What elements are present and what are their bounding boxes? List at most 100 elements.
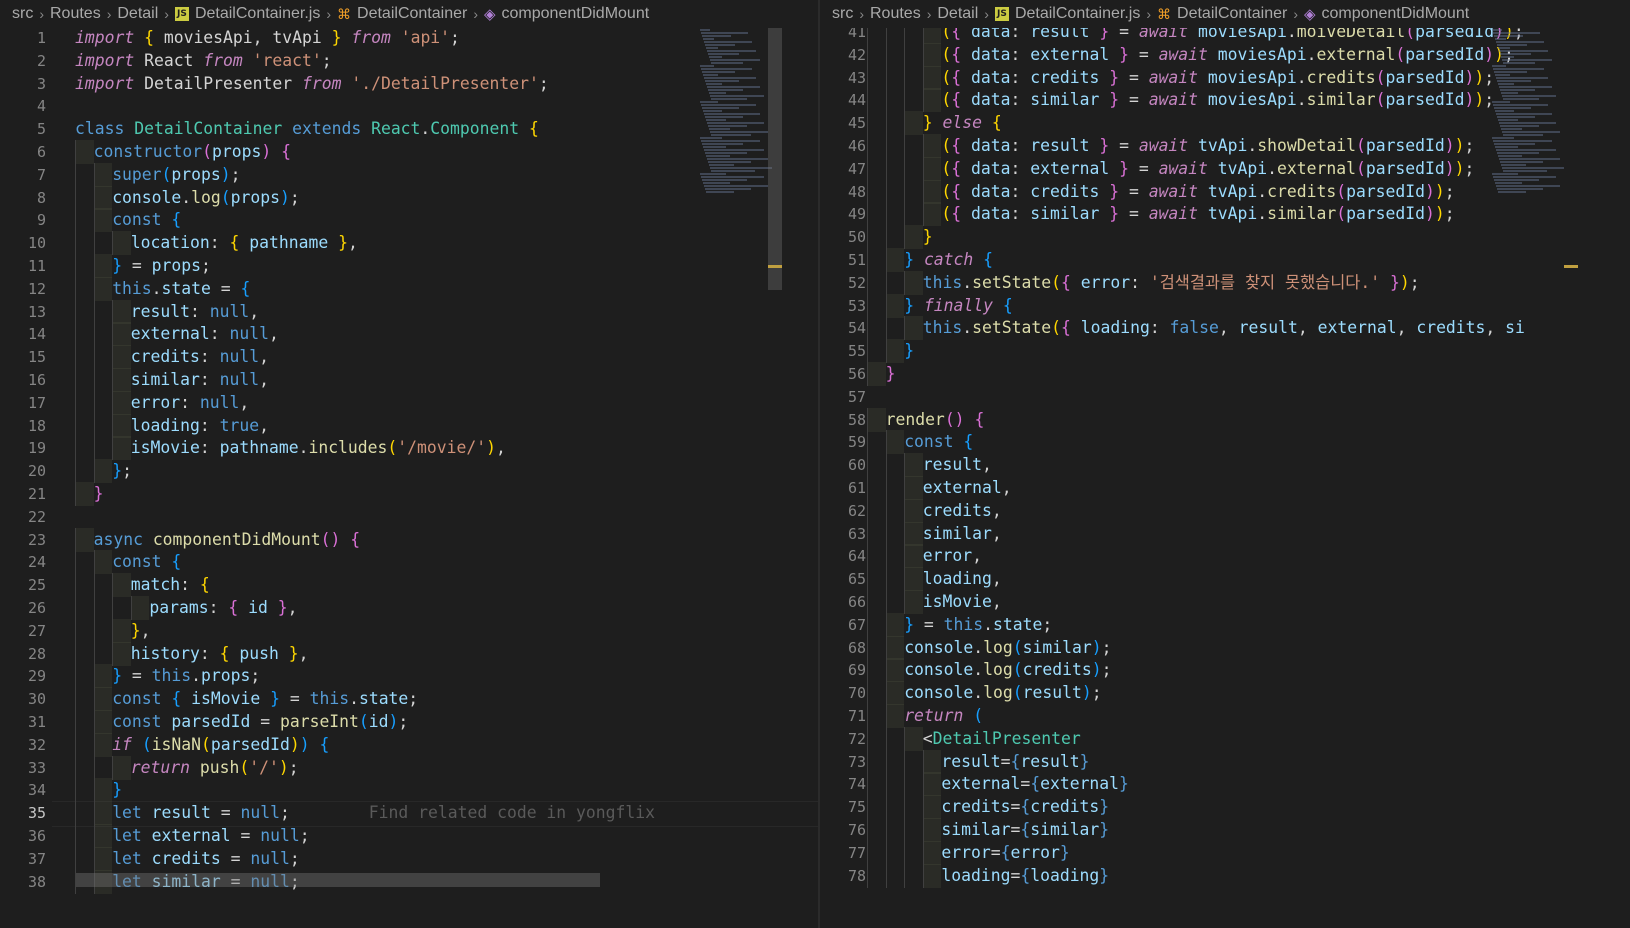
line-number[interactable]: 27 <box>0 619 46 643</box>
code-text[interactable]: } catch { <box>904 248 993 272</box>
code-line[interactable]: 34} <box>0 778 818 803</box>
code-text[interactable]: credits={credits} <box>941 795 1109 819</box>
line-number[interactable]: 63 <box>820 522 866 546</box>
code-text[interactable]: params: { id }, <box>149 596 297 620</box>
line-number[interactable]: 11 <box>0 254 46 278</box>
line-number[interactable]: 71 <box>820 704 866 728</box>
line-number[interactable]: 10 <box>0 231 46 255</box>
line-number[interactable]: 43 <box>820 66 866 90</box>
line-number[interactable]: 72 <box>820 727 866 751</box>
line-number[interactable]: 25 <box>0 573 46 597</box>
line-number[interactable]: 30 <box>0 687 46 711</box>
codelens-hint[interactable]: Find related code in yongflix <box>290 803 655 822</box>
line-number[interactable]: 1 <box>0 26 46 50</box>
code-line[interactable]: 12 this.state = { <box>0 276 818 301</box>
code-line[interactable]: 24 const { <box>0 550 818 575</box>
code-text[interactable]: class DetailContainer extends React.Comp… <box>75 117 539 141</box>
line-number[interactable]: 14 <box>0 322 46 346</box>
line-number[interactable]: 26 <box>0 596 46 620</box>
line-number[interactable]: 76 <box>820 818 866 842</box>
code-text[interactable]: isMovie, <box>923 590 1002 614</box>
breadcrumb-routes[interactable]: Routes <box>50 5 101 23</box>
line-number[interactable]: 17 <box>0 391 46 415</box>
code-line[interactable]: 5 class DetailContainer extends React.Com… <box>0 117 818 141</box>
code-line[interactable]: 61 external, <box>820 476 1630 500</box>
code-text[interactable]: similar={similar} <box>941 818 1109 842</box>
code-line[interactable]: 4 <box>0 94 818 118</box>
horizontal-scrollbar[interactable] <box>76 873 600 887</box>
code-line[interactable]: 75 credits={credits} <box>820 795 1630 820</box>
code-text[interactable]: } <box>112 778 122 802</box>
code-text[interactable]: location: { pathname }, <box>131 231 358 255</box>
code-line[interactable]: 56} <box>820 362 1630 386</box>
code-line[interactable]: 35 let result = null; Find related code i… <box>0 801 818 828</box>
code-text[interactable]: ({ data: external } = await moviesApi.ex… <box>941 43 1513 67</box>
code-line[interactable]: 31 const parsedId = parseInt(id); <box>0 710 818 734</box>
code-text[interactable]: <DetailPresenter <box>923 727 1081 751</box>
code-text[interactable]: console.log(similar); <box>904 636 1111 660</box>
code-line[interactable]: 10 location: { pathname }, <box>0 231 818 256</box>
line-number[interactable]: 33 <box>0 756 46 780</box>
code-text[interactable]: match: { <box>131 573 210 597</box>
code-text[interactable]: isMovie: pathname.includes('/movie/'), <box>131 436 506 460</box>
code-line[interactable]: 8 console.log(props); <box>0 185 818 210</box>
line-number[interactable]: 53 <box>820 294 866 318</box>
line-number[interactable]: 67 <box>820 613 866 637</box>
code-line[interactable]: 58 render() { <box>820 407 1630 432</box>
code-line[interactable]: 60 result, <box>820 453 1630 478</box>
line-number[interactable]: 47 <box>820 157 866 181</box>
code-text[interactable]: ({ data: similar } = await tvApi.similar… <box>941 202 1454 226</box>
code-text[interactable]: } <box>886 362 896 386</box>
code-text[interactable]: loading={loading} <box>941 864 1109 888</box>
code-line[interactable]: 67} = this.state; <box>820 612 1630 637</box>
code-line[interactable]: 1 import { moviesApi, tvApi } from 'api'; <box>0 26 818 50</box>
code-line[interactable]: 21} <box>0 482 818 506</box>
line-number[interactable]: 51 <box>820 248 866 272</box>
breadcrumb-file[interactable]: DetailContainer.js <box>195 5 320 23</box>
line-number[interactable]: 65 <box>820 567 866 591</box>
code-text[interactable]: history: { push }, <box>131 642 309 666</box>
code-line[interactable]: 14 external: null, <box>0 322 818 347</box>
code-line[interactable]: 29} = this.props; <box>0 664 818 689</box>
code-text[interactable]: } = this.props; <box>112 664 260 688</box>
line-number[interactable]: 45 <box>820 111 866 135</box>
code-text[interactable]: const { <box>904 430 973 454</box>
code-text[interactable]: ({ data: result } = await tvApi.showDeta… <box>941 134 1474 158</box>
breadcrumb-file[interactable]: DetailContainer.js <box>1015 5 1140 23</box>
code-line[interactable]: 64 error, <box>820 544 1630 569</box>
line-number[interactable]: 23 <box>0 528 46 552</box>
code-text[interactable]: } finally { <box>904 294 1013 318</box>
line-number[interactable]: 70 <box>820 681 866 705</box>
line-number[interactable]: 5 <box>0 117 46 141</box>
code-text[interactable]: import { moviesApi, tvApi } from 'api'; <box>75 26 460 50</box>
code-text[interactable]: render() { <box>886 408 985 432</box>
line-number[interactable]: 7 <box>0 163 46 187</box>
code-line[interactable]: 69 console.log(credits); <box>820 658 1630 683</box>
code-text[interactable]: result, <box>923 453 992 477</box>
line-number[interactable]: 55 <box>820 339 866 363</box>
code-text[interactable]: } <box>904 339 914 363</box>
line-number[interactable]: 18 <box>0 414 46 438</box>
code-line[interactable]: 19 isMovie: pathname.includes('/movie/'), <box>0 436 818 461</box>
line-number[interactable]: 64 <box>820 544 866 568</box>
code-line[interactable]: 37 let credits = null; <box>0 846 818 871</box>
code-line[interactable]: 74 external={external} <box>820 772 1630 797</box>
line-number[interactable]: 52 <box>820 271 866 295</box>
left-editor-pane[interactable]: src › Routes › Detail › JS DetailContainer.j… <box>0 0 818 928</box>
line-number[interactable]: 35 <box>0 801 46 825</box>
line-number[interactable]: 78 <box>820 864 866 888</box>
line-number[interactable]: 74 <box>820 772 866 796</box>
line-number[interactable]: 16 <box>0 368 46 392</box>
code-text[interactable]: ({ data: credits } = await tvApi.credits… <box>941 180 1454 204</box>
code-line[interactable]: 77 error={error} <box>820 840 1630 865</box>
code-line[interactable]: 18 loading: true, <box>0 413 818 438</box>
line-number[interactable]: 68 <box>820 636 866 660</box>
code-line[interactable]: 63 similar, <box>820 521 1630 546</box>
code-line[interactable]: 7 super(props); <box>0 162 818 187</box>
line-number[interactable]: 38 <box>0 870 46 894</box>
code-text[interactable]: similar: null, <box>131 368 269 392</box>
line-number[interactable]: 12 <box>0 277 46 301</box>
code-line[interactable]: 55} <box>820 339 1630 364</box>
breadcrumb-detail[interactable]: Detail <box>117 5 158 23</box>
code-text[interactable]: this.setState({ loading: false, result, … <box>923 316 1525 340</box>
